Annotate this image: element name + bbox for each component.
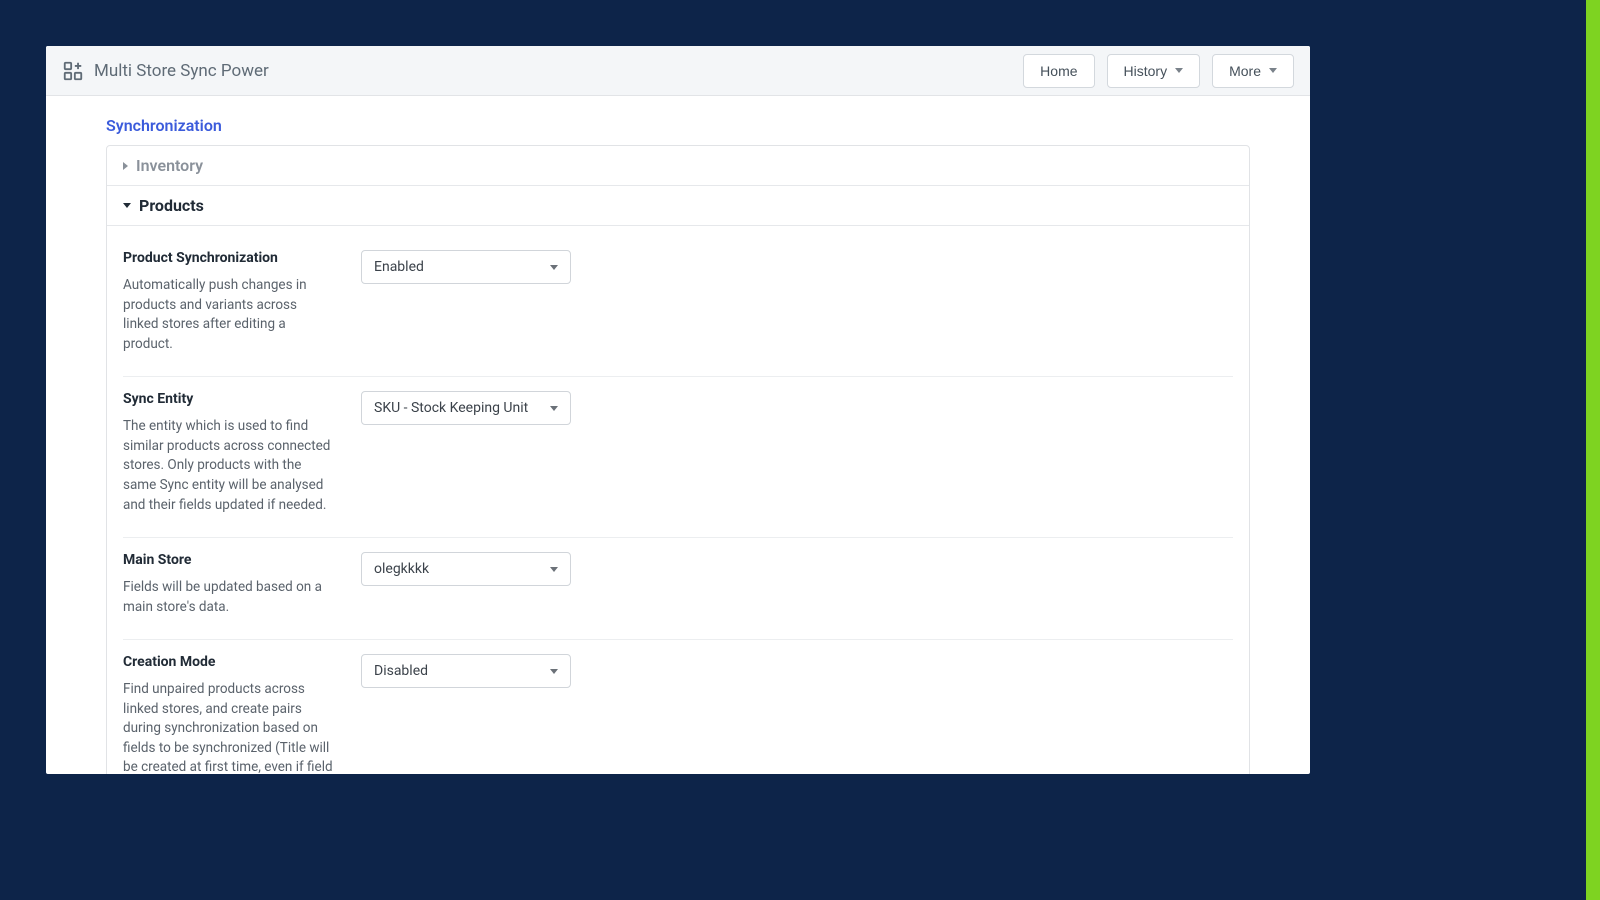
accordion-inventory-label: Inventory xyxy=(136,156,203,175)
chevron-down-icon xyxy=(123,203,131,208)
accordion-products[interactable]: Products xyxy=(107,186,1249,226)
topbar-left: Multi Store Sync Power xyxy=(62,60,269,82)
chevron-down-icon xyxy=(550,406,558,411)
setting-description: The entity which is used to find similar… xyxy=(123,417,333,515)
select-value: SKU - Stock Keeping Unit xyxy=(374,400,528,416)
product-sync-select[interactable]: Enabled xyxy=(361,250,571,284)
chevron-down-icon xyxy=(550,567,558,572)
settings-panel: Inventory Products Product Synchronizati… xyxy=(106,145,1250,774)
app-window: Multi Store Sync Power Home History More… xyxy=(46,46,1310,774)
chevron-down-icon xyxy=(550,265,558,270)
setting-creation-mode: Creation Mode Find unpaired products acr… xyxy=(123,640,1233,774)
setting-control: olegkkkk xyxy=(361,552,571,617)
setting-label: Creation Mode xyxy=(123,654,333,670)
setting-left: Product Synchronization Automatically pu… xyxy=(123,250,333,354)
products-settings: Product Synchronization Automatically pu… xyxy=(107,226,1249,774)
sync-entity-select[interactable]: SKU - Stock Keeping Unit xyxy=(361,391,571,425)
main-store-select[interactable]: olegkkkk xyxy=(361,552,571,586)
topbar: Multi Store Sync Power Home History More xyxy=(46,46,1310,96)
home-button-label: Home xyxy=(1040,63,1077,79)
home-button[interactable]: Home xyxy=(1023,54,1094,88)
setting-main-store: Main Store Fields will be updated based … xyxy=(123,538,1233,640)
page-content: Synchronization Inventory Products Produ… xyxy=(46,96,1310,774)
more-button[interactable]: More xyxy=(1212,54,1294,88)
setting-control: Disabled xyxy=(361,654,571,774)
setting-label: Sync Entity xyxy=(123,391,333,407)
setting-left: Sync Entity The entity which is used to … xyxy=(123,391,333,515)
app-title: Multi Store Sync Power xyxy=(94,61,269,81)
setting-description: Fields will be updated based on a main s… xyxy=(123,578,333,617)
select-value: Disabled xyxy=(374,663,428,679)
topbar-actions: Home History More xyxy=(1023,54,1294,88)
chevron-right-icon xyxy=(123,162,128,170)
history-button[interactable]: History xyxy=(1107,54,1201,88)
setting-control: Enabled xyxy=(361,250,571,354)
accordion-products-label: Products xyxy=(139,196,204,215)
setting-label: Product Synchronization xyxy=(123,250,333,266)
chevron-down-icon xyxy=(1175,68,1183,73)
setting-product-sync: Product Synchronization Automatically pu… xyxy=(123,236,1233,377)
setting-sync-entity: Sync Entity The entity which is used to … xyxy=(123,377,1233,538)
select-value: Enabled xyxy=(374,259,424,275)
history-button-label: History xyxy=(1124,63,1168,79)
setting-control: SKU - Stock Keeping Unit xyxy=(361,391,571,515)
setting-left: Creation Mode Find unpaired products acr… xyxy=(123,654,333,774)
setting-description: Find unpaired products across linked sto… xyxy=(123,680,333,774)
setting-left: Main Store Fields will be updated based … xyxy=(123,552,333,617)
chevron-down-icon xyxy=(550,669,558,674)
decorative-stripe xyxy=(1586,0,1600,900)
accordion-inventory[interactable]: Inventory xyxy=(107,146,1249,186)
app-icon xyxy=(62,60,84,82)
creation-mode-select[interactable]: Disabled xyxy=(361,654,571,688)
chevron-down-icon xyxy=(1269,68,1277,73)
select-value: olegkkkk xyxy=(374,561,429,577)
page-title: Synchronization xyxy=(106,116,1250,135)
setting-description: Automatically push changes in products a… xyxy=(123,276,333,354)
setting-label: Main Store xyxy=(123,552,333,568)
more-button-label: More xyxy=(1229,63,1261,79)
